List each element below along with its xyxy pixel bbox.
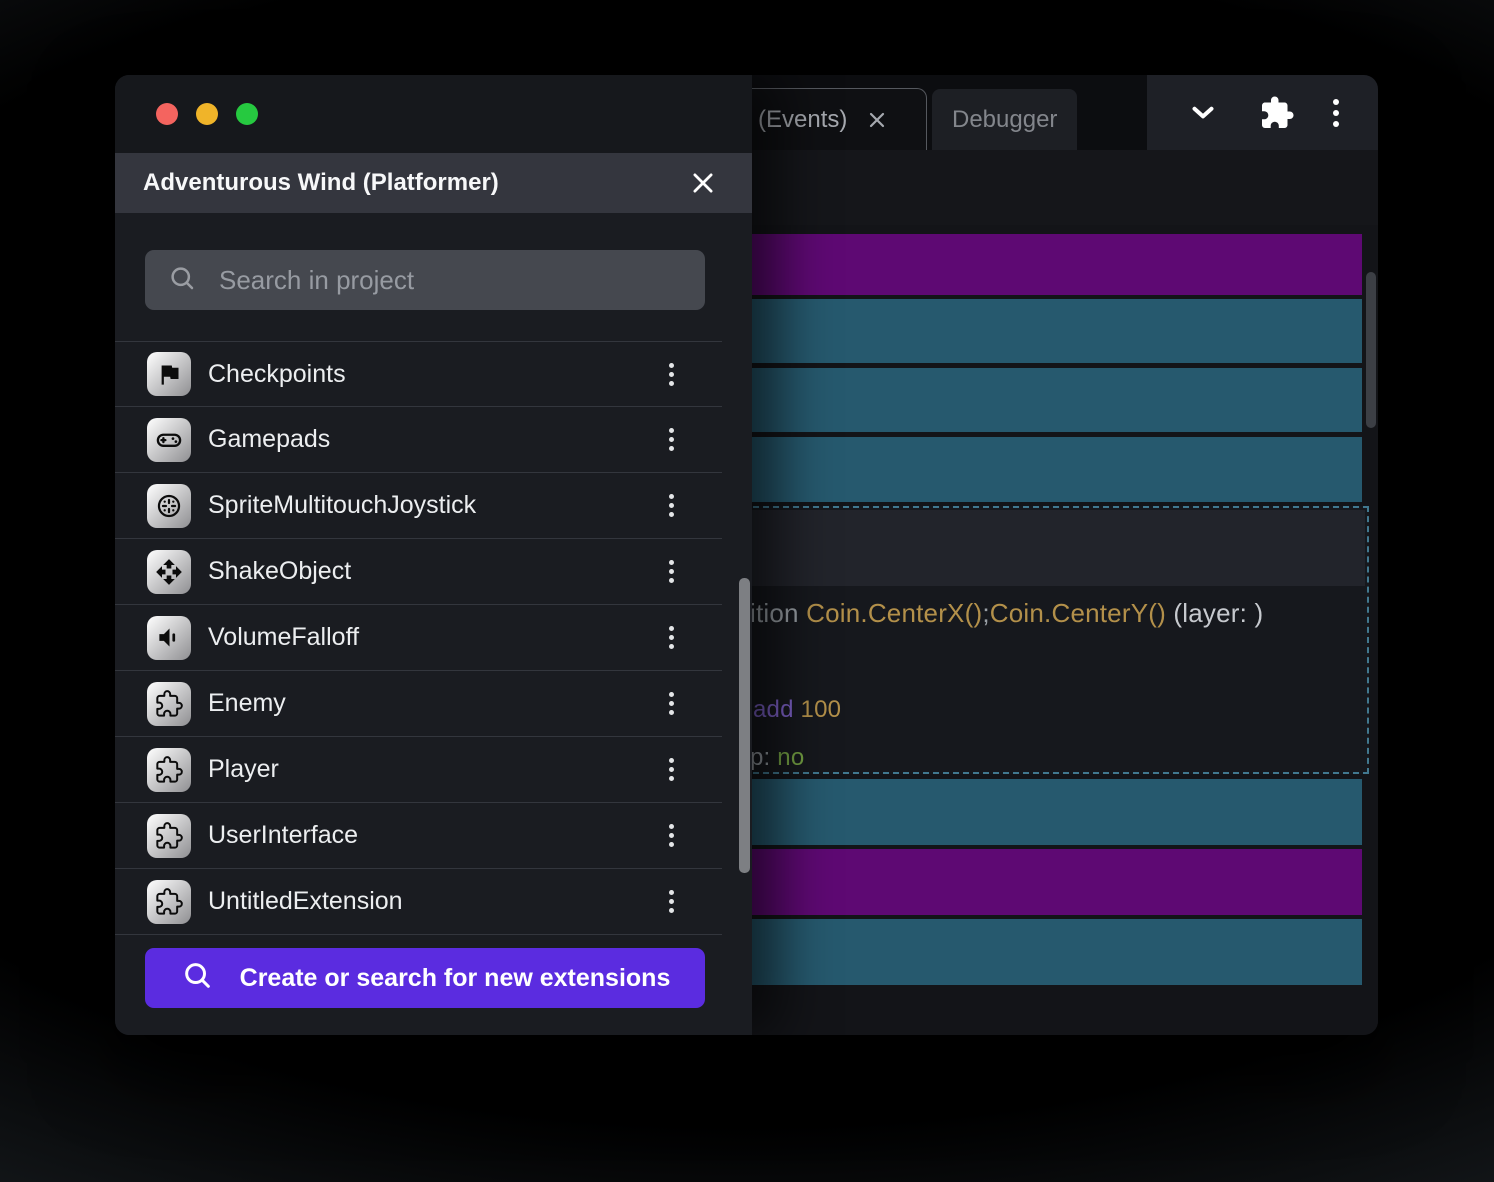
item-menu-icon[interactable]: [669, 503, 674, 508]
item-menu-icon[interactable]: [669, 569, 674, 574]
gamepad-icon: [147, 418, 191, 462]
panel-close-icon[interactable]: [688, 168, 718, 198]
titlebar-right-cluster: [1147, 75, 1378, 150]
item-menu-icon[interactable]: [669, 372, 674, 377]
create-extension-button[interactable]: Create or search for new extensions: [145, 948, 705, 1008]
item-menu-icon[interactable]: [669, 899, 674, 904]
panel-scrollbar[interactable]: [739, 578, 750, 873]
list-item-enemy[interactable]: Enemy: [115, 671, 722, 737]
item-menu-icon[interactable]: [669, 833, 674, 838]
move-arrows-icon: [147, 550, 191, 594]
tab-debugger-label: Debugger: [952, 106, 1057, 134]
event-row[interactable]: [715, 437, 1362, 502]
project-manager-panel: Adventurous Wind (Platformer): [115, 75, 752, 1035]
puzzle-icon: [147, 880, 191, 924]
tab-debugger[interactable]: Debugger: [932, 89, 1077, 150]
speaker-icon: [147, 616, 191, 660]
extensions-puzzle-icon[interactable]: [1259, 95, 1295, 131]
tab-close-icon[interactable]: [865, 108, 889, 132]
puzzle-icon: [147, 748, 191, 792]
event-row[interactable]: [715, 849, 1362, 915]
search-input[interactable]: [219, 265, 705, 296]
list-item-volumefalloff[interactable]: VolumeFalloff: [115, 605, 722, 671]
event-action-text: ition Coin.CenterX();Coin.CenterY() (lay…: [715, 598, 1361, 629]
list-item-untitledextension[interactable]: UntitledExtension: [115, 869, 722, 935]
search-icon: [180, 958, 214, 999]
traffic-light-minimize[interactable]: [196, 103, 218, 125]
project-search: [145, 250, 705, 310]
events-scrollbar[interactable]: [1366, 272, 1376, 428]
selected-event[interactable]: ition Coin.CenterX();Coin.CenterY() (lay…: [713, 506, 1369, 774]
tab-events[interactable]: (Events): [737, 88, 927, 150]
panel-header: Adventurous Wind (Platformer): [115, 153, 752, 213]
list-item-gamepads[interactable]: Gamepads: [115, 407, 722, 473]
event-row[interactable]: [715, 299, 1362, 363]
puzzle-icon: [147, 682, 191, 726]
item-menu-icon[interactable]: [669, 635, 674, 640]
screenshot-stage: (Events) Debugger: [0, 0, 1494, 1182]
traffic-light-close[interactable]: [156, 103, 178, 125]
event-row[interactable]: [715, 234, 1362, 295]
event-param-text: add 100: [715, 696, 1361, 724]
macos-titlebar: [115, 75, 752, 153]
list-item-spritemultitouchjoystick[interactable]: SpriteMultitouchJoystick: [115, 473, 722, 539]
item-menu-icon[interactable]: [669, 701, 674, 706]
event-row[interactable]: [715, 919, 1362, 985]
app-window: (Events) Debugger: [115, 75, 1378, 1035]
list-item-userinterface[interactable]: UserInterface: [115, 803, 722, 869]
extensions-list: Checkpoints Gamepads: [115, 341, 722, 935]
item-menu-icon[interactable]: [669, 437, 674, 442]
search-icon: [167, 263, 197, 298]
event-flag-text: p: no: [715, 744, 1361, 772]
item-menu-icon[interactable]: [669, 767, 674, 772]
puzzle-icon: [147, 814, 191, 858]
event-row[interactable]: [715, 779, 1362, 845]
project-title: Adventurous Wind (Platformer): [143, 169, 499, 197]
list-item-shakeobject[interactable]: ShakeObject: [115, 539, 722, 605]
more-menu-icon[interactable]: [1333, 110, 1339, 116]
chevron-down-icon[interactable]: [1186, 96, 1220, 130]
create-extension-label: Create or search for new extensions: [240, 964, 671, 993]
list-item-checkpoints[interactable]: Checkpoints: [115, 341, 722, 407]
list-item-player[interactable]: Player: [115, 737, 722, 803]
traffic-light-zoom[interactable]: [236, 103, 258, 125]
joystick-icon: [147, 484, 191, 528]
flag-icon: [147, 352, 191, 396]
selected-event-conditions: [717, 510, 1365, 586]
tab-events-label: (Events): [758, 106, 847, 134]
event-row[interactable]: [715, 368, 1362, 432]
